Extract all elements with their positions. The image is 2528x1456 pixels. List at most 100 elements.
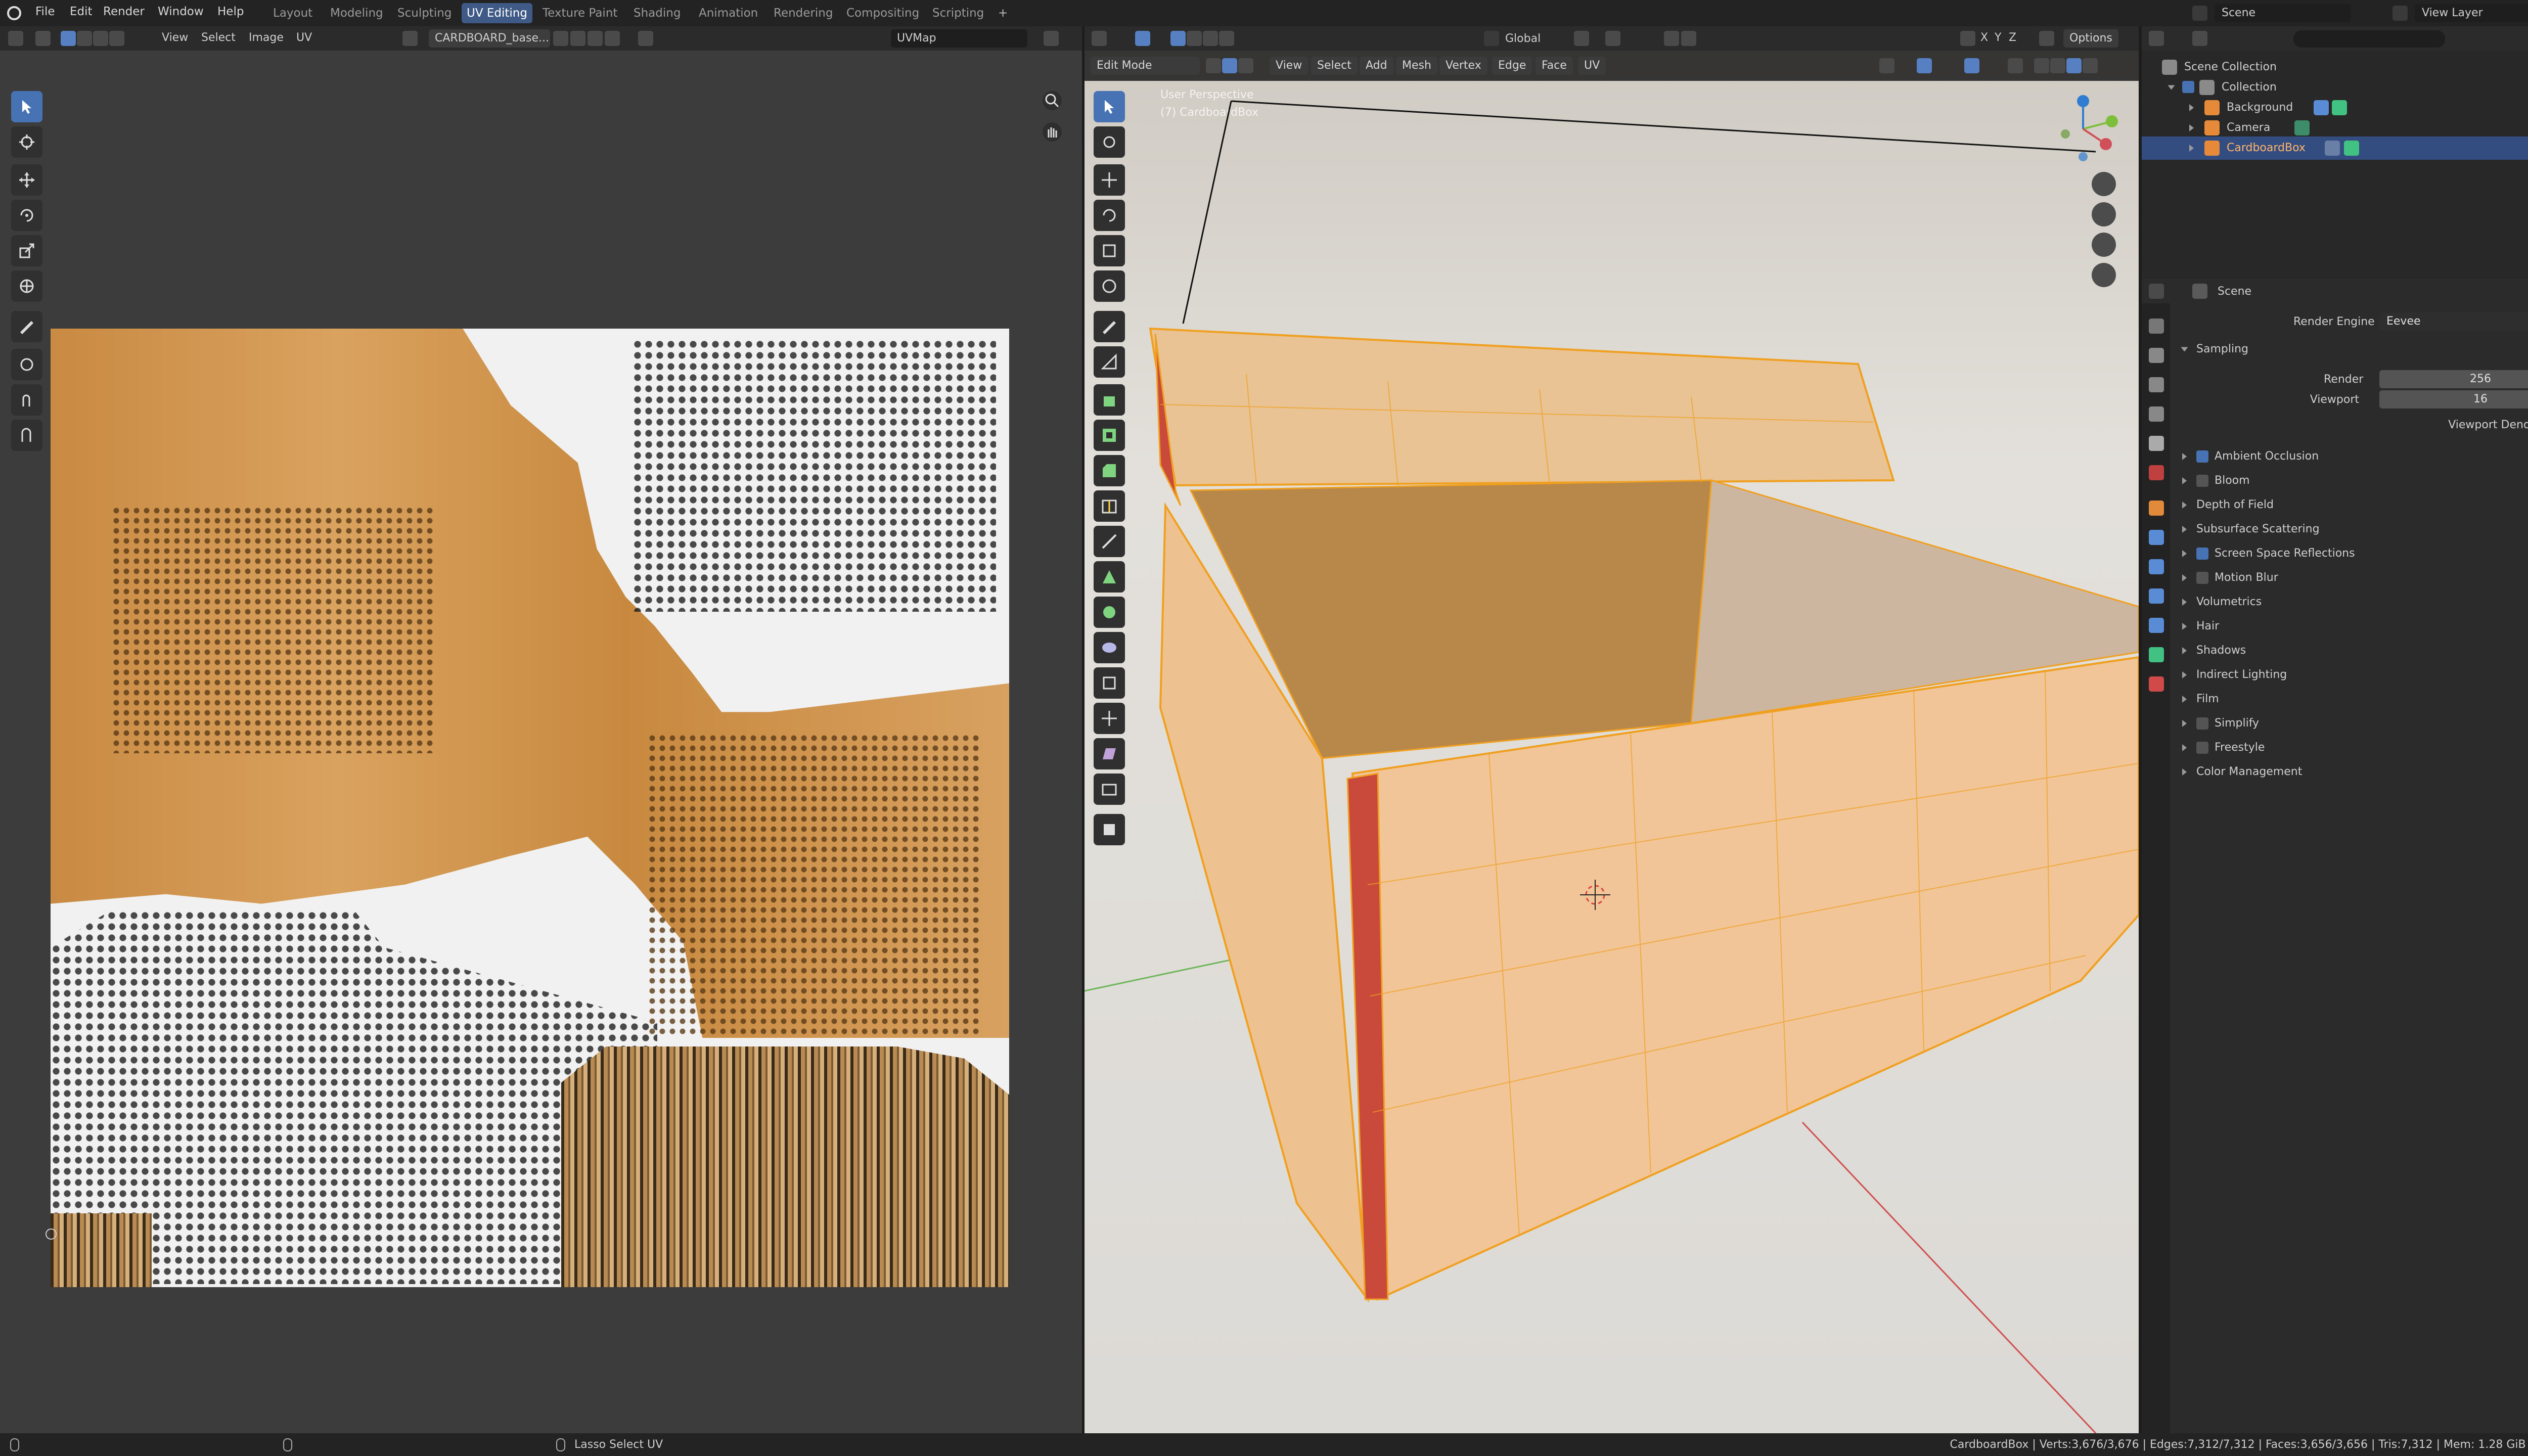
- view-layer-icon[interactable]: [2392, 6, 2408, 21]
- orientation-icon[interactable]: [1484, 31, 1499, 46]
- uv-menu-view[interactable]: View: [162, 31, 188, 44]
- vp-cursor-tool[interactable]: [1094, 126, 1125, 158]
- mirror-z-toggle[interactable]: Z: [2009, 31, 2016, 44]
- viewport-editor-type-icon[interactable]: [1092, 31, 1107, 46]
- panel-depth-of-field[interactable]: Depth of Field: [2170, 493, 2528, 517]
- panel-color-management[interactable]: Color Management: [2170, 760, 2528, 784]
- unlink-image-icon[interactable]: [605, 31, 620, 46]
- face-select-icon[interactable]: [93, 31, 108, 46]
- mode-new-icon[interactable]: [1170, 31, 1186, 46]
- object-props-tab[interactable]: [2149, 500, 2164, 516]
- vp-select-tool[interactable]: [1094, 91, 1125, 122]
- ambient-occlusion-checkbox[interactable]: [2196, 450, 2208, 463]
- camera-view-icon[interactable]: [2092, 233, 2116, 257]
- panel-simplify[interactable]: Simplify: [2170, 712, 2528, 735]
- panel-subsurface-scattering[interactable]: Subsurface Scattering: [2170, 518, 2528, 541]
- move-tool[interactable]: [11, 164, 42, 196]
- panel-motion-blur[interactable]: Motion Blur: [2170, 566, 2528, 589]
- render-engine-dropdown[interactable]: Eevee: [2379, 312, 2528, 331]
- shear-tool[interactable]: [1094, 738, 1125, 769]
- uv-menu-select[interactable]: Select: [201, 31, 236, 44]
- rotate-tool[interactable]: [11, 200, 42, 231]
- uv-texture-image[interactable]: [51, 329, 1009, 1287]
- freestyle-checkbox[interactable]: [2196, 742, 2208, 754]
- expand-background-icon[interactable]: [2189, 104, 2194, 111]
- options-dropdown[interactable]: Options: [2063, 29, 2118, 48]
- mode-subtract-icon[interactable]: [1203, 31, 1218, 46]
- auto-merge-icon[interactable]: [2039, 31, 2054, 46]
- knife-tool[interactable]: [1094, 526, 1125, 557]
- smooth-tool[interactable]: [1094, 632, 1125, 663]
- modifier-props-tab[interactable]: [2149, 530, 2164, 545]
- panel-hair[interactable]: Hair: [2170, 615, 2528, 638]
- scale-tool[interactable]: [11, 235, 42, 266]
- vp-scale-tool[interactable]: [1094, 235, 1125, 266]
- image-name-field[interactable]: CARDBOARD_base...: [429, 29, 550, 48]
- fake-user-icon[interactable]: [553, 31, 568, 46]
- open-image-icon[interactable]: [588, 31, 603, 46]
- add-workspace-button[interactable]: +: [993, 3, 1013, 23]
- 3d-viewport[interactable]: Edit Mode View Select Add Mesh Vertex Ed…: [1085, 51, 2139, 1433]
- outliner-search-input[interactable]: [2293, 30, 2445, 48]
- uv-2d-cursor[interactable]: [46, 1228, 57, 1240]
- tab-scripting[interactable]: Scripting: [927, 3, 989, 23]
- uv-map-field[interactable]: UVMap: [891, 29, 1027, 48]
- tab-shading[interactable]: Shading: [628, 3, 686, 23]
- uv-sync-icon[interactable]: [35, 31, 51, 46]
- render-samples-field[interactable]: 256: [2379, 370, 2528, 388]
- menu-file[interactable]: File: [35, 5, 55, 18]
- menu-window[interactable]: Window: [158, 5, 204, 18]
- island-select-icon[interactable]: [109, 31, 124, 46]
- sampling-panel-header[interactable]: Sampling: [2170, 339, 2528, 361]
- pivot-icon[interactable]: [1574, 31, 1589, 46]
- ssr-checkbox[interactable]: [2196, 548, 2208, 560]
- display-channels-icon[interactable]: [1044, 31, 1059, 46]
- uv-menu-image[interactable]: Image: [249, 31, 284, 44]
- falloff-icon[interactable]: [1681, 31, 1696, 46]
- cursor-tool[interactable]: [11, 126, 42, 158]
- spin-tool[interactable]: [1094, 597, 1125, 628]
- cardboard-box-mesh[interactable]: [1085, 51, 2139, 1433]
- simplify-checkbox[interactable]: [2196, 717, 2208, 730]
- pin-icon[interactable]: [638, 31, 653, 46]
- new-image-icon[interactable]: [570, 31, 585, 46]
- scene-selector[interactable]: Scene: [2215, 4, 2351, 22]
- vertex-select-icon[interactable]: [61, 31, 76, 46]
- mode-extend-icon[interactable]: [1187, 31, 1202, 46]
- mirror-x-toggle[interactable]: X: [1980, 31, 1988, 44]
- panel-screen-space-reflections[interactable]: Screen Space Reflections: [2170, 542, 2528, 565]
- world-props-tab[interactable]: [2149, 465, 2164, 480]
- constraint-props-tab[interactable]: [2149, 618, 2164, 633]
- panel-bloom[interactable]: Bloom: [2170, 469, 2528, 492]
- panel-indirect-lighting[interactable]: Indirect Lighting: [2170, 663, 2528, 687]
- menu-edit[interactable]: Edit: [70, 5, 93, 18]
- edge-select-icon[interactable]: [77, 31, 92, 46]
- select-box-icon[interactable]: [1135, 31, 1150, 46]
- vp-annotate-tool[interactable]: [1094, 311, 1125, 342]
- bloom-checkbox[interactable]: [2196, 475, 2208, 487]
- uv-menu-uv[interactable]: UV: [296, 31, 312, 44]
- collection-include-checkbox[interactable]: [2182, 81, 2194, 93]
- relax-tool[interactable]: [11, 384, 42, 416]
- motion-blur-checkbox[interactable]: [2196, 572, 2208, 584]
- panel-film[interactable]: Film: [2170, 688, 2528, 711]
- poly-build-tool[interactable]: [1094, 561, 1125, 593]
- navigation-gizmo[interactable]: [2045, 91, 2121, 167]
- zoom-icon[interactable]: [1043, 91, 1062, 110]
- mirror-icon[interactable]: [1960, 31, 1975, 46]
- particles-props-tab[interactable]: [2149, 559, 2164, 574]
- grab-tool[interactable]: [11, 349, 42, 380]
- blender-logo-icon[interactable]: [7, 6, 21, 20]
- vp-move-tool[interactable]: [1094, 164, 1125, 196]
- tool-props-tab[interactable]: [2149, 318, 2164, 334]
- bevel-tool[interactable]: [1094, 455, 1125, 486]
- view-layer-props-tab[interactable]: [2149, 406, 2164, 422]
- outliner-editor-type-icon[interactable]: [2149, 31, 2164, 46]
- pinch-tool[interactable]: [11, 420, 42, 451]
- add-cube-tool[interactable]: [1094, 814, 1125, 845]
- image-browse-icon[interactable]: [402, 31, 418, 46]
- view-layer-selector[interactable]: View Layer: [2415, 4, 2528, 22]
- mode-intersect-icon[interactable]: [1219, 31, 1234, 46]
- annotate-tool[interactable]: [11, 311, 42, 342]
- scene-icon[interactable]: [2192, 6, 2207, 21]
